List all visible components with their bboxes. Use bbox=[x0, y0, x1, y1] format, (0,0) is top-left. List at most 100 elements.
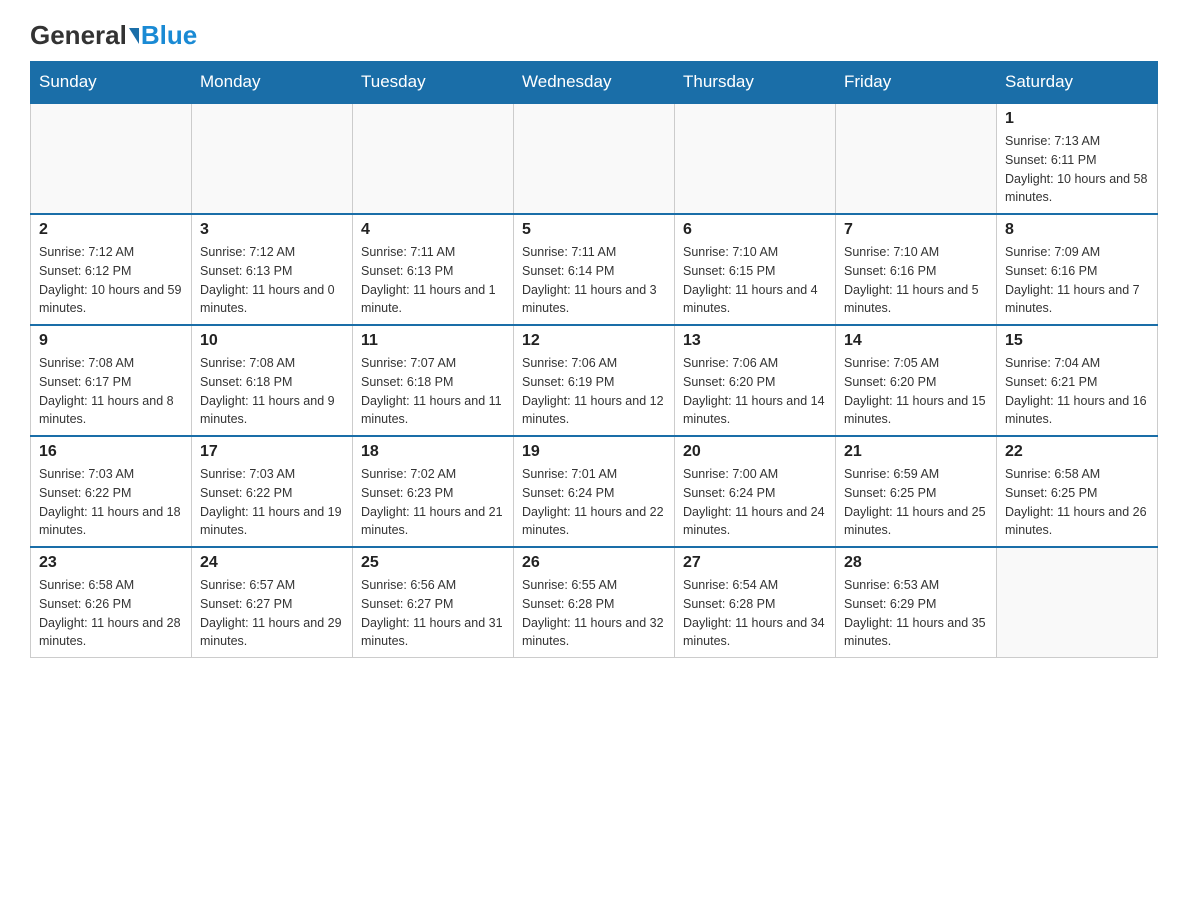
day-info: Sunrise: 7:12 AM Sunset: 6:12 PM Dayligh… bbox=[39, 243, 183, 318]
calendar-cell bbox=[836, 103, 997, 214]
day-info: Sunrise: 6:54 AM Sunset: 6:28 PM Dayligh… bbox=[683, 576, 827, 651]
day-info: Sunrise: 7:10 AM Sunset: 6:15 PM Dayligh… bbox=[683, 243, 827, 318]
calendar-cell: 28 Sunrise: 6:53 AM Sunset: 6:29 PM Dayli… bbox=[836, 547, 997, 658]
day-number: 15 bbox=[1005, 332, 1149, 350]
day-of-week-header: Monday bbox=[192, 62, 353, 104]
day-number: 14 bbox=[844, 332, 988, 350]
day-info: Sunrise: 7:03 AM Sunset: 6:22 PM Dayligh… bbox=[39, 465, 183, 540]
day-number: 5 bbox=[522, 221, 666, 239]
day-info: Sunrise: 7:05 AM Sunset: 6:20 PM Dayligh… bbox=[844, 354, 988, 429]
day-info: Sunrise: 7:00 AM Sunset: 6:24 PM Dayligh… bbox=[683, 465, 827, 540]
day-number: 10 bbox=[200, 332, 344, 350]
calendar-header-row: SundayMondayTuesdayWednesdayThursdayFrid… bbox=[31, 62, 1158, 104]
calendar-cell: 4Sunrise: 7:11 AM Sunset: 6:13 PM Daylig… bbox=[353, 214, 514, 325]
day-number: 21 bbox=[844, 443, 988, 461]
logo-triangle-icon bbox=[129, 28, 139, 44]
day-number: 6 bbox=[683, 221, 827, 239]
day-info: Sunrise: 7:02 AM Sunset: 6:23 PM Dayligh… bbox=[361, 465, 505, 540]
day-number: 18 bbox=[361, 443, 505, 461]
day-info: Sunrise: 7:07 AM Sunset: 6:18 PM Dayligh… bbox=[361, 354, 505, 429]
day-info: Sunrise: 7:04 AM Sunset: 6:21 PM Dayligh… bbox=[1005, 354, 1149, 429]
day-number: 2 bbox=[39, 221, 183, 239]
calendar-cell: 18 Sunrise: 7:02 AM Sunset: 6:23 PM Dayli… bbox=[353, 436, 514, 547]
calendar-cell: 24Sunrise: 6:57 AM Sunset: 6:27 PM Dayli… bbox=[192, 547, 353, 658]
day-info: Sunrise: 6:53 AM Sunset: 6:29 PM Dayligh… bbox=[844, 576, 988, 651]
calendar-week-row: 9 Sunrise: 7:08 AM Sunset: 6:17 PM Daylig… bbox=[31, 325, 1158, 436]
calendar-cell: 13 Sunrise: 7:06 AM Sunset: 6:20 PM Dayli… bbox=[675, 325, 836, 436]
day-info: Sunrise: 7:06 AM Sunset: 6:19 PM Dayligh… bbox=[522, 354, 666, 429]
day-of-week-header: Thursday bbox=[675, 62, 836, 104]
day-info: Sunrise: 7:09 AM Sunset: 6:16 PM Dayligh… bbox=[1005, 243, 1149, 318]
day-of-week-header: Sunday bbox=[31, 62, 192, 104]
day-number: 26 bbox=[522, 554, 666, 572]
day-number: 16 bbox=[39, 443, 183, 461]
page-header: General Blue bbox=[30, 20, 1158, 51]
day-number: 24 bbox=[200, 554, 344, 572]
calendar-cell: 14 Sunrise: 7:05 AM Sunset: 6:20 PM Dayli… bbox=[836, 325, 997, 436]
calendar-cell: 2 Sunrise: 7:12 AM Sunset: 6:12 PM Daylig… bbox=[31, 214, 192, 325]
day-info: Sunrise: 7:03 AM Sunset: 6:22 PM Dayligh… bbox=[200, 465, 344, 540]
calendar-table: SundayMondayTuesdayWednesdayThursdayFrid… bbox=[30, 61, 1158, 658]
calendar-cell: 17 Sunrise: 7:03 AM Sunset: 6:22 PM Dayli… bbox=[192, 436, 353, 547]
calendar-cell: 22 Sunrise: 6:58 AM Sunset: 6:25 PM Dayli… bbox=[997, 436, 1158, 547]
calendar-cell: 19 Sunrise: 7:01 AM Sunset: 6:24 PM Dayli… bbox=[514, 436, 675, 547]
day-of-week-header: Saturday bbox=[997, 62, 1158, 104]
calendar-cell bbox=[192, 103, 353, 214]
calendar-week-row: 23 Sunrise: 6:58 AM Sunset: 6:26 PM Dayli… bbox=[31, 547, 1158, 658]
calendar-cell bbox=[514, 103, 675, 214]
day-info: Sunrise: 7:01 AM Sunset: 6:24 PM Dayligh… bbox=[522, 465, 666, 540]
calendar-cell: 27 Sunrise: 6:54 AM Sunset: 6:28 PM Dayli… bbox=[675, 547, 836, 658]
calendar-cell: 7Sunrise: 7:10 AM Sunset: 6:16 PM Daylig… bbox=[836, 214, 997, 325]
day-number: 19 bbox=[522, 443, 666, 461]
calendar-cell: 26 Sunrise: 6:55 AM Sunset: 6:28 PM Dayli… bbox=[514, 547, 675, 658]
day-info: Sunrise: 7:08 AM Sunset: 6:17 PM Dayligh… bbox=[39, 354, 183, 429]
day-number: 28 bbox=[844, 554, 988, 572]
logo-blue-text: Blue bbox=[141, 20, 197, 51]
day-of-week-header: Friday bbox=[836, 62, 997, 104]
day-info: Sunrise: 6:55 AM Sunset: 6:28 PM Dayligh… bbox=[522, 576, 666, 651]
day-number: 3 bbox=[200, 221, 344, 239]
calendar-cell: 3 Sunrise: 7:12 AM Sunset: 6:13 PM Daylig… bbox=[192, 214, 353, 325]
calendar-cell: 5 Sunrise: 7:11 AM Sunset: 6:14 PM Daylig… bbox=[514, 214, 675, 325]
day-number: 22 bbox=[1005, 443, 1149, 461]
day-info: Sunrise: 6:58 AM Sunset: 6:26 PM Dayligh… bbox=[39, 576, 183, 651]
calendar-cell: 15 Sunrise: 7:04 AM Sunset: 6:21 PM Dayli… bbox=[997, 325, 1158, 436]
day-number: 12 bbox=[522, 332, 666, 350]
day-info: Sunrise: 6:56 AM Sunset: 6:27 PM Dayligh… bbox=[361, 576, 505, 651]
calendar-cell: 8 Sunrise: 7:09 AM Sunset: 6:16 PM Daylig… bbox=[997, 214, 1158, 325]
calendar-cell: 25 Sunrise: 6:56 AM Sunset: 6:27 PM Dayli… bbox=[353, 547, 514, 658]
day-info: Sunrise: 6:59 AM Sunset: 6:25 PM Dayligh… bbox=[844, 465, 988, 540]
day-info: Sunrise: 6:58 AM Sunset: 6:25 PM Dayligh… bbox=[1005, 465, 1149, 540]
calendar-cell: 11 Sunrise: 7:07 AM Sunset: 6:18 PM Dayli… bbox=[353, 325, 514, 436]
calendar-cell: 9 Sunrise: 7:08 AM Sunset: 6:17 PM Daylig… bbox=[31, 325, 192, 436]
day-number: 9 bbox=[39, 332, 183, 350]
day-number: 8 bbox=[1005, 221, 1149, 239]
calendar-week-row: 2 Sunrise: 7:12 AM Sunset: 6:12 PM Daylig… bbox=[31, 214, 1158, 325]
day-info: Sunrise: 7:06 AM Sunset: 6:20 PM Dayligh… bbox=[683, 354, 827, 429]
calendar-cell bbox=[31, 103, 192, 214]
calendar-cell: 20 Sunrise: 7:00 AM Sunset: 6:24 PM Dayli… bbox=[675, 436, 836, 547]
calendar-cell bbox=[353, 103, 514, 214]
calendar-cell bbox=[675, 103, 836, 214]
day-info: Sunrise: 7:11 AM Sunset: 6:14 PM Dayligh… bbox=[522, 243, 666, 318]
day-number: 11 bbox=[361, 332, 505, 350]
day-number: 23 bbox=[39, 554, 183, 572]
calendar-cell: 16 Sunrise: 7:03 AM Sunset: 6:22 PM Dayli… bbox=[31, 436, 192, 547]
day-number: 17 bbox=[200, 443, 344, 461]
day-number: 20 bbox=[683, 443, 827, 461]
calendar-cell bbox=[997, 547, 1158, 658]
day-number: 4 bbox=[361, 221, 505, 239]
day-number: 13 bbox=[683, 332, 827, 350]
calendar-cell: 12 Sunrise: 7:06 AM Sunset: 6:19 PM Dayli… bbox=[514, 325, 675, 436]
day-info: Sunrise: 7:10 AM Sunset: 6:16 PM Dayligh… bbox=[844, 243, 988, 318]
day-info: Sunrise: 7:08 AM Sunset: 6:18 PM Dayligh… bbox=[200, 354, 344, 429]
day-number: 1 bbox=[1005, 110, 1149, 128]
day-number: 27 bbox=[683, 554, 827, 572]
calendar-week-row: 16 Sunrise: 7:03 AM Sunset: 6:22 PM Dayli… bbox=[31, 436, 1158, 547]
day-info: Sunrise: 7:13 AM Sunset: 6:11 PM Dayligh… bbox=[1005, 132, 1149, 207]
day-of-week-header: Tuesday bbox=[353, 62, 514, 104]
day-of-week-header: Wednesday bbox=[514, 62, 675, 104]
day-info: Sunrise: 7:12 AM Sunset: 6:13 PM Dayligh… bbox=[200, 243, 344, 318]
day-number: 25 bbox=[361, 554, 505, 572]
calendar-cell: 23 Sunrise: 6:58 AM Sunset: 6:26 PM Dayli… bbox=[31, 547, 192, 658]
